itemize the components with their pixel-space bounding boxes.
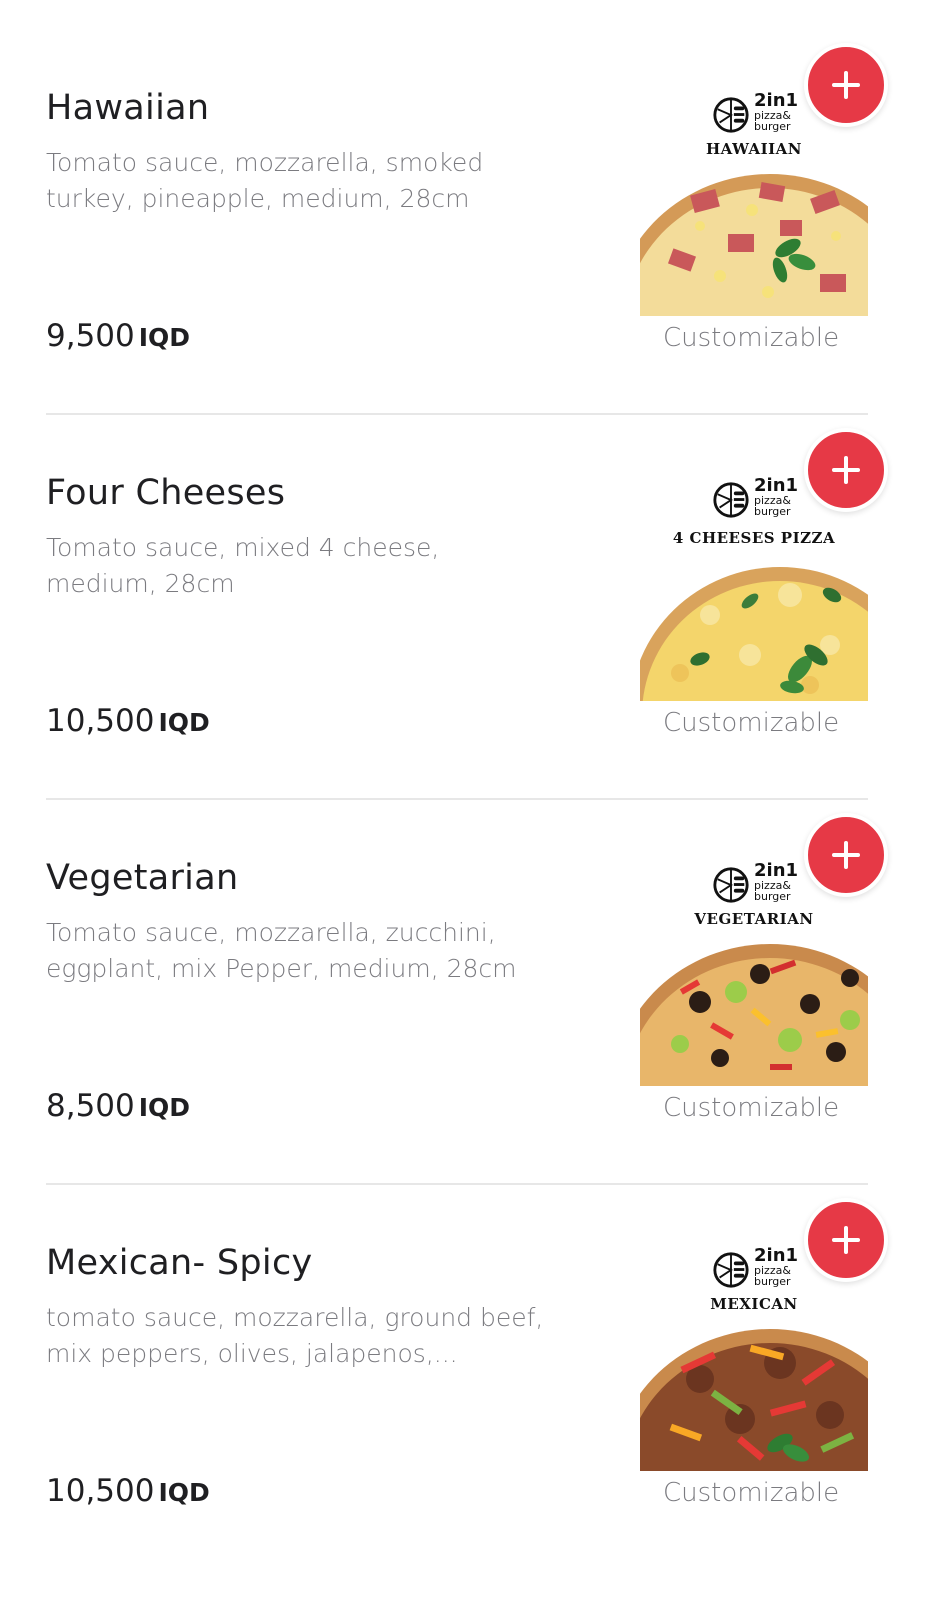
- logo-sub-text: burger: [754, 890, 791, 903]
- pizza-burger-logo-icon: [713, 482, 749, 518]
- pizza-burger-logo-icon: [713, 867, 749, 903]
- plus-icon: [808, 432, 884, 508]
- logo-sub-text: burger: [754, 505, 791, 518]
- plus-icon: [808, 47, 884, 123]
- item-price: 10,500 IQD: [46, 703, 210, 739]
- item-name: Vegetarian: [46, 858, 239, 898]
- brand-logo: 2in1 pizza& burger: [712, 1247, 812, 1289]
- pizza-label: 4 CHEESES PIZZA: [672, 529, 836, 547]
- plus-icon: [808, 1202, 884, 1278]
- menu-item-mexican-spicy[interactable]: Mexican- Spicy tomato sauce, mozzarella,…: [0, 1155, 933, 1540]
- item-description: Tomato sauce, mozzarella, zucchini, eggp…: [46, 918, 517, 983]
- logo-sub-text: burger: [754, 120, 791, 133]
- plus-icon: [808, 817, 884, 893]
- add-button[interactable]: [804, 428, 888, 512]
- add-button[interactable]: [804, 1198, 888, 1282]
- item-price: 9,500 IQD: [46, 318, 190, 354]
- customizable-label: Customizable: [663, 323, 840, 353]
- logo-main-text: 2in1: [754, 860, 799, 881]
- item-price: 10,500 IQD: [46, 1473, 210, 1509]
- logo-main-text: 2in1: [754, 475, 799, 496]
- item-name: Four Cheeses: [46, 473, 286, 513]
- price-currency: IQD: [158, 1478, 210, 1507]
- logo-sub-text: burger: [754, 1275, 791, 1288]
- price-currency: IQD: [158, 708, 210, 737]
- item-description: Tomato sauce, mixed 4 cheese, medium, 28…: [46, 533, 440, 598]
- menu-item-four-cheeses[interactable]: Four Cheeses Tomato sauce, mixed 4 chees…: [0, 385, 933, 770]
- price-amount: 9,500: [46, 318, 135, 354]
- price-amount: 10,500: [46, 703, 155, 739]
- logo-main-text: 2in1: [754, 1245, 799, 1266]
- item-description: Tomato sauce, mozzarella, smoked turkey,…: [46, 148, 484, 213]
- customizable-label: Customizable: [663, 708, 840, 738]
- price-amount: 8,500: [46, 1088, 135, 1124]
- pizza-photo: [640, 1329, 868, 1471]
- logo-main-text: 2in1: [754, 90, 799, 111]
- item-description: tomato sauce, mozzarella, ground beef, m…: [46, 1303, 544, 1368]
- add-button[interactable]: [804, 813, 888, 897]
- pizza-burger-logo-icon: [713, 1252, 749, 1288]
- price-amount: 10,500: [46, 1473, 155, 1509]
- add-button[interactable]: [804, 43, 888, 127]
- brand-logo: 2in1 pizza& burger: [712, 477, 812, 519]
- item-name: Mexican- Spicy: [46, 1243, 313, 1283]
- brand-logo: 2in1 pizza& burger: [712, 92, 812, 134]
- price-currency: IQD: [138, 323, 191, 352]
- pizza-photo: [640, 567, 868, 701]
- pizza-label: MEXICAN: [710, 1295, 798, 1313]
- pizza-label: HAWAIIAN: [706, 140, 802, 158]
- brand-logo: 2in1 pizza& burger: [712, 862, 812, 904]
- item-name: Hawaiian: [46, 88, 210, 128]
- pizza-label: VEGETARIAN: [694, 910, 814, 928]
- pizza-photo: [640, 174, 868, 316]
- price-currency: IQD: [138, 1093, 191, 1122]
- pizza-burger-logo-icon: [713, 97, 749, 133]
- pizza-photo: [640, 944, 868, 1086]
- item-price: 8,500 IQD: [46, 1088, 190, 1124]
- customizable-label: Customizable: [663, 1093, 840, 1123]
- menu-item-vegetarian[interactable]: Vegetarian Tomato sauce, mozzarella, zuc…: [0, 770, 933, 1155]
- menu-item-hawaiian[interactable]: Hawaiian Tomato sauce, mozzarella, smoke…: [0, 0, 933, 385]
- customizable-label: Customizable: [663, 1478, 840, 1508]
